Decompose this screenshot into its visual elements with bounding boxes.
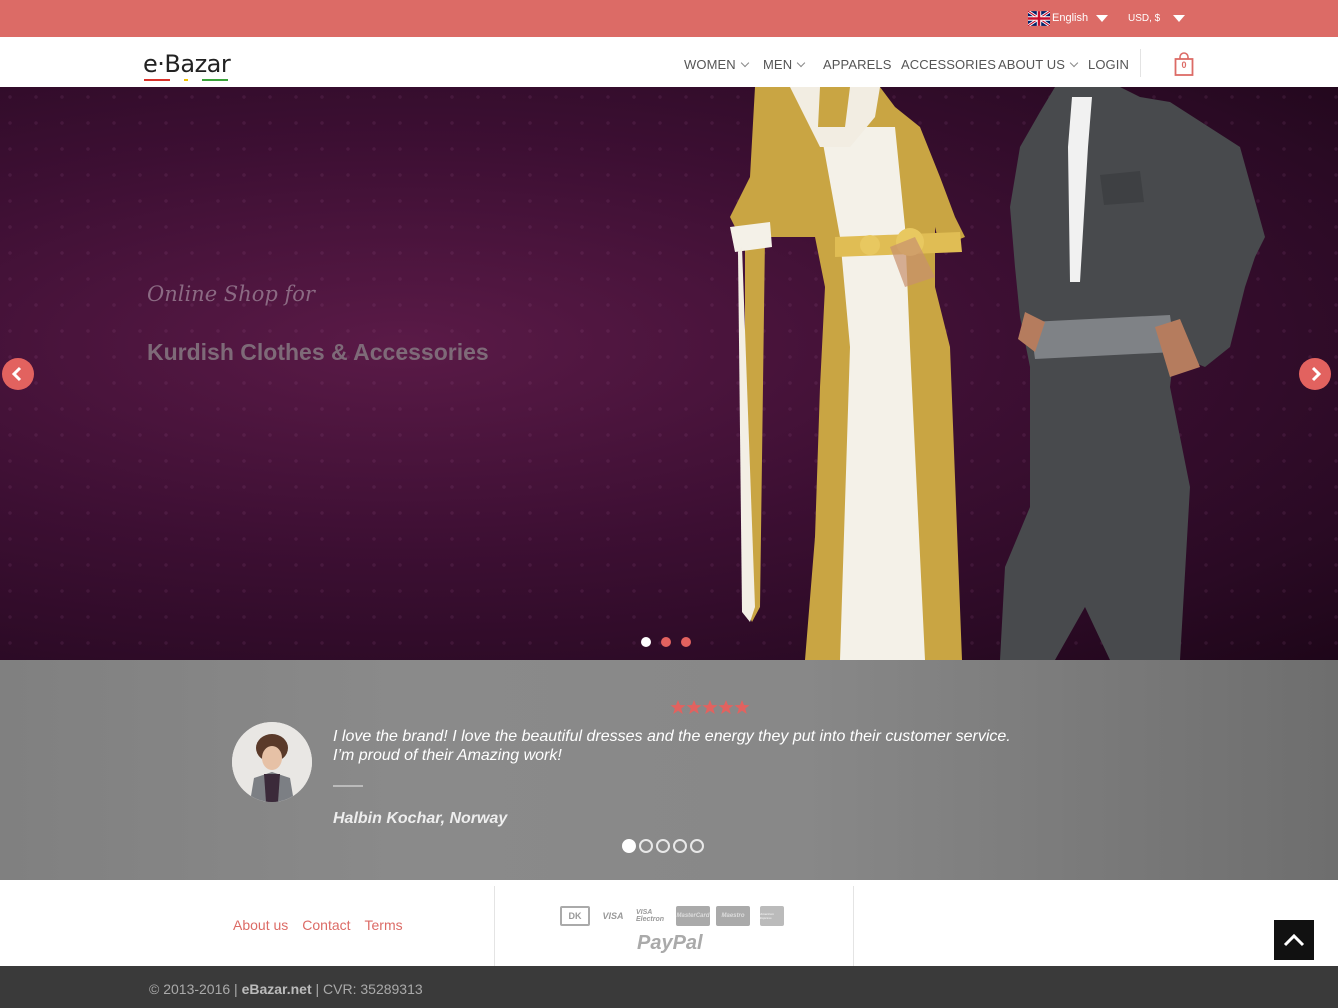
slider-dot-2[interactable] <box>661 637 671 647</box>
copyright-suffix: | CVR: 35289313 <box>315 981 423 997</box>
testimonial-dot-4[interactable] <box>673 839 687 853</box>
paypal-logo: PayPal <box>637 932 703 954</box>
logo-text: e·Bazar <box>143 50 231 78</box>
copyright-text: © 2013-2016 | eBazar.net | CVR: 35289313 <box>149 981 423 997</box>
caret-down-icon <box>1096 14 1109 22</box>
slider-prev-button[interactable] <box>2 358 34 390</box>
testimonial-dot-1[interactable] <box>622 839 636 853</box>
copyright-bar: © 2013-2016 | eBazar.net | CVR: 35289313 <box>0 966 1338 1008</box>
nav-accessories[interactable]: ACCESSORIES <box>901 57 996 72</box>
hero-subtitle: Online Shop for <box>147 282 315 306</box>
nav-apparels-label: APPARELS <box>823 57 892 72</box>
reviewer-avatar <box>232 722 312 802</box>
scroll-to-top-button[interactable] <box>1274 920 1314 960</box>
footer-divider <box>494 886 495 966</box>
uk-flag-icon <box>1028 10 1050 26</box>
hero-slider: Online Shop for Kurdish Clothes & Access… <box>0 87 1338 660</box>
copyright-prefix: © 2013-2016 | <box>149 981 238 997</box>
testimonial-section: I love the brand! I love the beautiful d… <box>0 660 1338 880</box>
currency-label: USD, $ <box>1128 12 1161 24</box>
star-icon <box>670 700 686 714</box>
nav-women-label: WOMEN <box>684 57 736 72</box>
site-header: e·Bazar WOMEN MEN APPARELS ACCESSORIES A… <box>0 37 1338 87</box>
slider-pagination <box>641 637 701 647</box>
testimonial-author: Halbin Kochar, Norway <box>333 810 508 827</box>
cart-count: 0 <box>1181 60 1187 70</box>
chevron-up-icon <box>1283 933 1305 947</box>
logo-underline <box>144 79 228 82</box>
chevron-left-icon <box>11 366 22 382</box>
language-label: English <box>1052 12 1089 24</box>
chevron-right-icon <box>1311 366 1322 382</box>
star-icon <box>686 700 702 714</box>
testimonial-quote: I love the brand! I love the beautiful d… <box>333 728 1011 764</box>
testimonial-pagination <box>622 839 707 853</box>
hero-title: Kurdish Clothes & Accessories <box>147 339 489 365</box>
copyright-site-link[interactable]: eBazar.net <box>242 981 312 997</box>
payment-methods: DK VISA VISA Electron MasterCard Maestro… <box>560 906 790 926</box>
nav-accessories-label: ACCESSORIES <box>901 57 997 72</box>
nav-login-label: LOGIN <box>1088 57 1129 72</box>
footer-link-about-us[interactable]: About us <box>233 917 288 933</box>
ebazar-logo[interactable]: e·Bazar <box>143 51 233 85</box>
caret-down-icon <box>1173 14 1186 22</box>
nav-about-us-label: ABOUT US <box>998 57 1066 72</box>
dankort-card-icon: DK <box>560 906 590 926</box>
nav-divider <box>1140 49 1141 77</box>
testimonial-dot-5[interactable] <box>690 839 704 853</box>
testimonial-dot-2[interactable] <box>639 839 653 853</box>
quote-divider <box>333 785 363 787</box>
maestro-card-icon: Maestro <box>716 906 750 926</box>
slider-dot-3[interactable] <box>681 637 691 647</box>
footer-links: About us Contact Terms <box>233 917 417 933</box>
nav-apparels[interactable]: APPARELS <box>823 57 891 72</box>
mastercard-card-icon: MasterCard <box>676 906 710 926</box>
star-icon <box>702 700 718 714</box>
chevron-down-icon <box>740 58 750 67</box>
nav-men[interactable]: MEN <box>763 57 806 72</box>
rating-stars <box>670 699 750 715</box>
testimonial-dot-3[interactable] <box>656 839 670 853</box>
footer-link-contact[interactable]: Contact <box>302 917 350 933</box>
star-icon <box>734 700 750 714</box>
chevron-down-icon <box>1069 58 1079 67</box>
slider-dot-1[interactable] <box>641 637 651 647</box>
chevron-down-icon <box>796 58 806 67</box>
visa-card-icon: VISA <box>602 911 624 921</box>
nav-men-label: MEN <box>763 57 793 72</box>
currency-selector[interactable]: USD, $ <box>1128 9 1186 27</box>
hero-models-image <box>730 87 1265 660</box>
visa-electron-card-icon: VISA Electron <box>636 909 665 923</box>
nav-about-us[interactable]: ABOUT US <box>998 57 1079 72</box>
nav-women[interactable]: WOMEN <box>684 57 750 72</box>
footer-link-terms[interactable]: Terms <box>365 917 403 933</box>
star-icon <box>718 700 734 714</box>
language-selector[interactable]: English <box>1028 9 1109 27</box>
slider-next-button[interactable] <box>1299 358 1331 390</box>
footer-divider <box>853 886 854 966</box>
amex-card-icon: American Express <box>760 906 784 926</box>
top-bar: English USD, $ <box>0 0 1338 37</box>
cart-button[interactable]: 0 <box>1174 52 1194 76</box>
site-footer: About us Contact Terms DK VISA VISA Elec… <box>0 880 1338 966</box>
nav-login[interactable]: LOGIN <box>1088 57 1129 72</box>
